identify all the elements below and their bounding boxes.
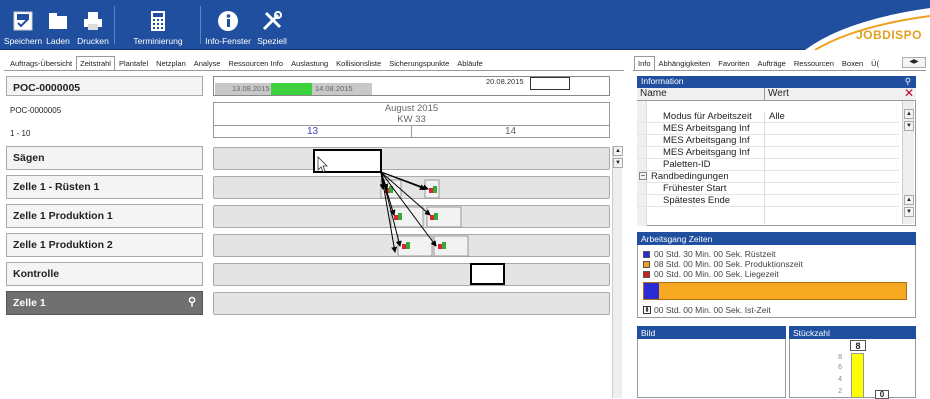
info-header-row: Name Wert ✕ bbox=[637, 86, 916, 101]
column-name: Name bbox=[640, 88, 667, 99]
times-panel-title: Arbeitsgang Zeiten bbox=[637, 232, 916, 245]
operation-block-kontrolle[interactable] bbox=[470, 263, 505, 285]
scroll-down-icon[interactable]: ▼ bbox=[613, 158, 623, 168]
idle-color-swatch bbox=[643, 270, 650, 278]
operation-network bbox=[313, 149, 505, 285]
timeline-scrollbar[interactable]: ▲ ▼ bbox=[612, 146, 623, 398]
legend-production: 08 Std. 00 Min. 00 Sek. Produktionszeit bbox=[643, 259, 803, 269]
scroll-up-icon[interactable]: ▲ bbox=[613, 146, 623, 156]
quantity-tick: 6 bbox=[838, 364, 842, 371]
column-value: Wert bbox=[768, 88, 789, 99]
prop-row[interactable]: MES Arbeitsgang Inf bbox=[637, 147, 899, 159]
legend-idle: 00 Std. 00 Min. 00 Sek. Liegezeit bbox=[643, 269, 779, 279]
close-icon[interactable]: ✕ bbox=[904, 86, 914, 100]
info-panel-title: Information ⚲ bbox=[637, 76, 916, 88]
ist-icon: ▮ bbox=[643, 306, 651, 314]
setup-color-swatch bbox=[643, 250, 650, 258]
scroll-up-icon[interactable]: ▲ bbox=[904, 109, 914, 119]
prop-row[interactable]: Modus für Arbeitszeit Alle bbox=[637, 111, 899, 123]
prop-row[interactable]: MES Arbeitsgang Inf bbox=[637, 135, 899, 147]
tab-scroll-arrows-icon[interactable]: ◀▶ bbox=[902, 57, 926, 68]
collapse-icon[interactable]: − bbox=[639, 172, 647, 180]
quantity-value: 8 bbox=[850, 340, 866, 351]
tab-info[interactable]: Info bbox=[634, 56, 655, 70]
scroll-down-icon[interactable]: ▼ bbox=[904, 207, 914, 217]
right-tab-baseline bbox=[633, 70, 926, 71]
time-bar bbox=[643, 282, 907, 300]
quantity-tick: 2 bbox=[838, 388, 842, 395]
prop-row[interactable]: MES Arbeitsgang Inf bbox=[637, 123, 899, 135]
prop-row[interactable]: Paletten-ID bbox=[637, 159, 899, 171]
tab-boxen[interactable]: Boxen bbox=[838, 56, 867, 70]
scroll-down-icon[interactable]: ▼ bbox=[904, 121, 914, 131]
tab-ressourcen[interactable]: Ressourcen bbox=[790, 56, 838, 70]
right-tabs: Info Abhängigkeiten Favoriten Aufträge R… bbox=[634, 56, 883, 70]
setup-segment bbox=[644, 283, 659, 299]
quantity-tick: 8 bbox=[838, 354, 842, 361]
jobdispo-logo: JOBDISPO bbox=[785, 0, 930, 51]
legend-setup: 00 Std. 30 Min. 00 Sek. Rüstzeit bbox=[643, 249, 775, 259]
quantity-bar bbox=[851, 353, 864, 398]
prop-section[interactable]: − Randbedingungen bbox=[637, 171, 899, 183]
scroll-up-icon[interactable]: ▲ bbox=[904, 195, 914, 205]
prop-row[interactable]: Spätestes Ende bbox=[637, 195, 899, 207]
info-scrollbar[interactable]: ▲ ▼ ▲ ▼ bbox=[902, 101, 914, 224]
tab-abhaengigkeiten[interactable]: Abhängigkeiten bbox=[655, 56, 715, 70]
quantity-panel-title: Stückzahl bbox=[789, 326, 916, 339]
production-color-swatch bbox=[643, 260, 650, 268]
legend-ist: ▮ 00 Std. 00 Min. 00 Sek. Ist-Zeit bbox=[643, 305, 771, 315]
quantity-tick: 4 bbox=[838, 376, 842, 383]
tab-more[interactable]: Ü( bbox=[867, 56, 883, 70]
tab-auftraege[interactable]: Aufträge bbox=[754, 56, 790, 70]
prop-row[interactable]: Frühester Start bbox=[637, 183, 899, 195]
tab-favoriten[interactable]: Favoriten bbox=[714, 56, 753, 70]
image-panel-title: Bild bbox=[637, 326, 786, 339]
